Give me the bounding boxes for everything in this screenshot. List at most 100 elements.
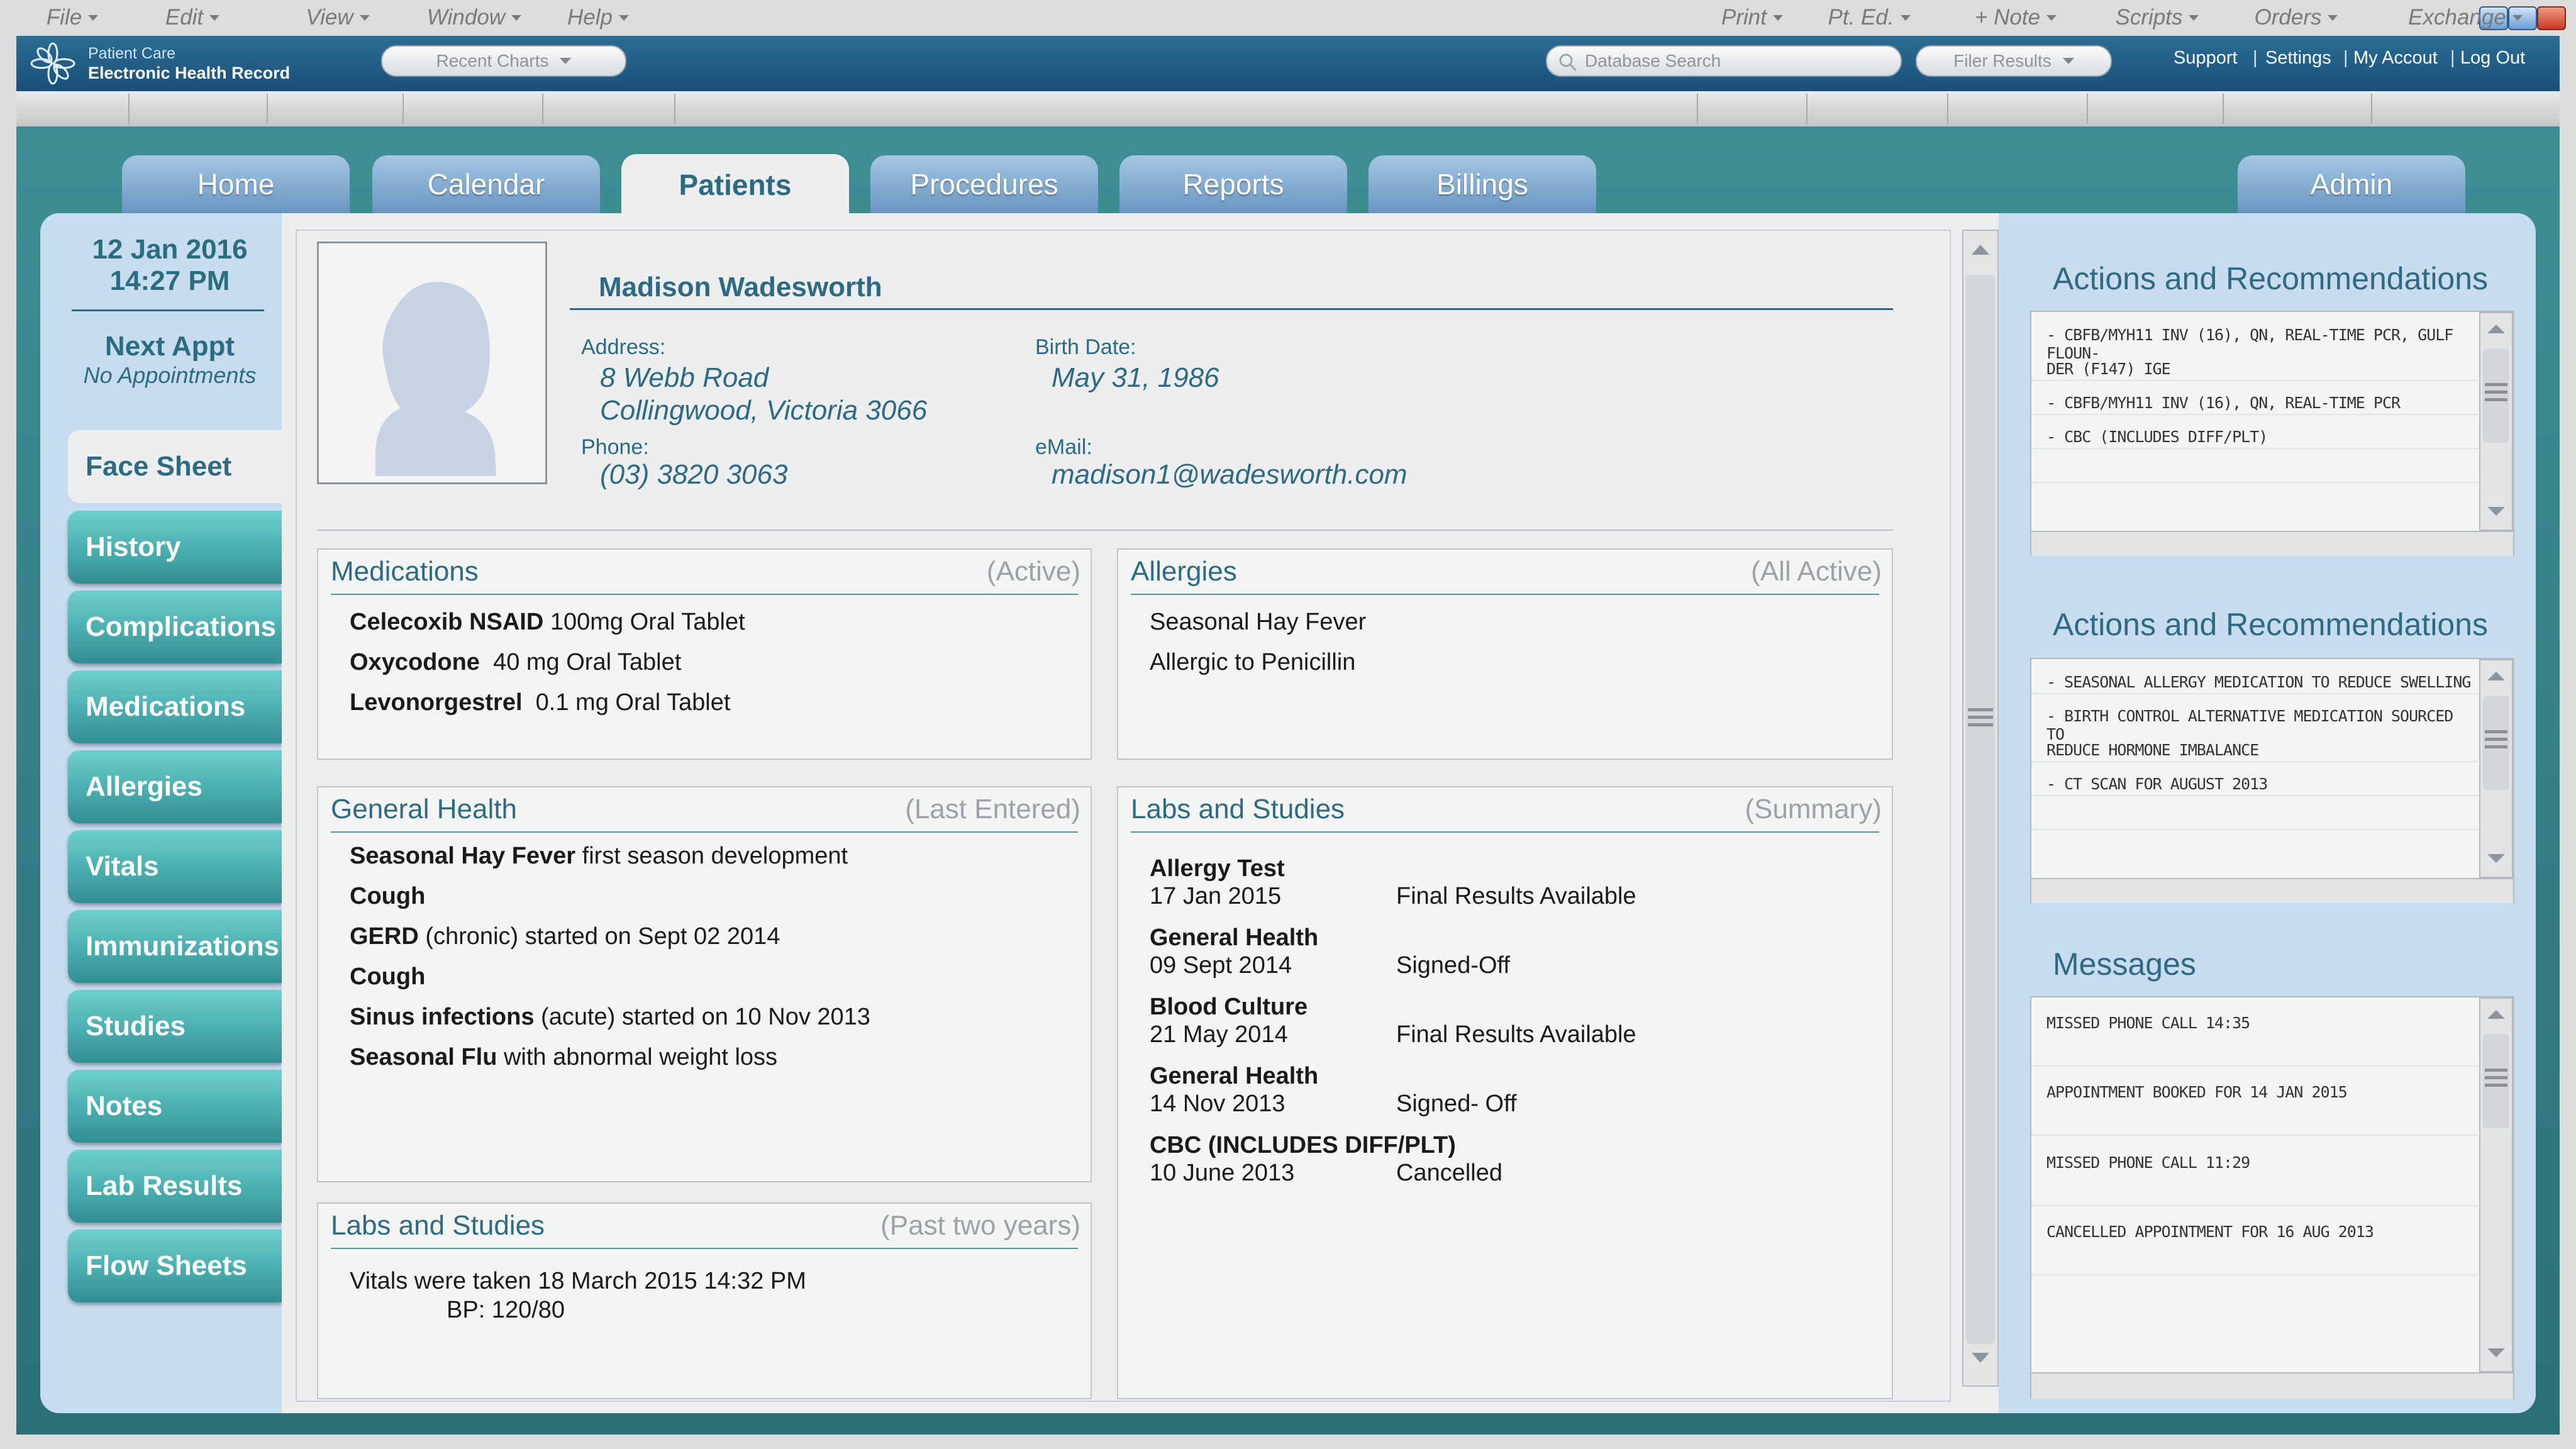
scroll-up-icon[interactable] bbox=[2487, 325, 2505, 333]
health-item: Seasonal Hay Fever first season developm… bbox=[350, 843, 848, 870]
scroll-down-icon[interactable] bbox=[2487, 507, 2505, 516]
database-search-input[interactable]: Database Search bbox=[1546, 45, 1902, 77]
tab-procedures[interactable]: Procedures bbox=[870, 155, 1098, 213]
allergies-status: (All Active) bbox=[1751, 556, 1882, 587]
message-item[interactable]: CANCELLED APPOINTMENT FOR 16 AUG 2013 bbox=[2046, 1223, 2474, 1241]
nav-complications[interactable]: Complications bbox=[68, 591, 282, 663]
nav-flow-sheets[interactable]: Flow Sheets bbox=[68, 1230, 282, 1302]
scroll-up-icon[interactable] bbox=[1972, 245, 1989, 255]
nav-studies[interactable]: Studies bbox=[68, 990, 282, 1063]
horizontal-scrollbar[interactable] bbox=[2031, 878, 2513, 903]
message-item[interactable]: APPOINTMENT BOOKED FOR 14 JAN 2015 bbox=[2046, 1083, 2474, 1101]
scroll-down-icon[interactable] bbox=[1972, 1353, 1989, 1363]
chevron-down-icon bbox=[1900, 14, 1911, 21]
allergies-title: Allergies bbox=[1131, 556, 1237, 587]
nav-medications[interactable]: Medications bbox=[68, 670, 282, 743]
email-label: eMail: bbox=[1035, 435, 1092, 459]
scroll-down-icon[interactable] bbox=[2487, 1348, 2505, 1357]
nav-face-sheet[interactable]: Face Sheet bbox=[68, 430, 282, 503]
list-divider bbox=[2031, 829, 2478, 830]
my-account-link[interactable]: My Accout bbox=[2353, 48, 2438, 69]
actions-scrollbar[interactable] bbox=[2479, 312, 2513, 531]
recommendation-item[interactable]: - SEASONAL ALLERGY MEDICATION TO REDUCE … bbox=[2046, 673, 2474, 691]
recent-charts-dropdown[interactable]: Recent Charts bbox=[381, 45, 626, 77]
scroll-down-icon[interactable] bbox=[2487, 854, 2505, 863]
nav-immunizations[interactable]: Immunizations bbox=[68, 910, 282, 983]
menu-help[interactable]: Help bbox=[557, 5, 639, 30]
action-item[interactable]: - CBC (INCLUDES DIFF/PLT) bbox=[2046, 428, 2474, 446]
settings-link[interactable]: Settings bbox=[2265, 48, 2331, 69]
action-item[interactable]: - CBFB/MYH11 INV (16), QN, REAL-TIME PCR… bbox=[2046, 326, 2474, 362]
face-sheet-scrollbar[interactable] bbox=[1962, 230, 1999, 1387]
tab-billings[interactable]: Billings bbox=[1368, 155, 1596, 213]
scroll-up-icon[interactable] bbox=[2487, 1010, 2505, 1019]
medication-name: Levonorgestrel bbox=[350, 689, 523, 716]
phone-value: (03) 3820 3063 bbox=[600, 459, 788, 490]
labs-summary-title: Labs and Studies bbox=[1131, 794, 1345, 824]
support-link[interactable]: Support bbox=[2174, 48, 2238, 69]
menu-view[interactable]: View bbox=[297, 5, 379, 30]
menu-divider bbox=[2223, 94, 2224, 124]
lab-name: Blood Culture bbox=[1150, 994, 1308, 1020]
tab-home[interactable]: Home bbox=[122, 155, 350, 213]
flower-logo-icon bbox=[30, 42, 75, 85]
lab-result: Final Results Available bbox=[1396, 1021, 1636, 1048]
menu-window[interactable]: Window bbox=[418, 5, 531, 30]
menu-edit[interactable]: Edit bbox=[155, 5, 230, 30]
tab-reports[interactable]: Reports bbox=[1119, 155, 1347, 213]
birth-date-value: May 31, 1986 bbox=[1052, 362, 1219, 393]
nav-vitals[interactable]: Vitals bbox=[68, 830, 282, 903]
menu-exchange[interactable]: Exchange bbox=[2390, 5, 2541, 30]
filter-results-dropdown[interactable]: Filer Results bbox=[1916, 45, 2112, 77]
menu-scripts-label: Scripts bbox=[2115, 5, 2183, 30]
recommendation-item[interactable]: - CT SCAN FOR AUGUST 2013 bbox=[2046, 775, 2474, 793]
nav-history[interactable]: History bbox=[68, 511, 282, 584]
menu-scripts[interactable]: Scripts bbox=[2101, 5, 2214, 30]
nav-lab-results[interactable]: Lab Results bbox=[68, 1150, 282, 1223]
menu-note[interactable]: + Note bbox=[1962, 5, 2069, 30]
vitals-line: Vitals were taken 18 March 2015 14:32 PM bbox=[350, 1268, 806, 1294]
scroll-up-icon[interactable] bbox=[2487, 672, 2505, 680]
recommendation-item[interactable]: REDUCE HORMONE IMBALANCE bbox=[2046, 741, 2474, 759]
action-item[interactable]: - CBFB/MYH11 INV (16), QN, REAL-TIME PCR bbox=[2046, 394, 2474, 412]
card-underline bbox=[331, 1248, 1078, 1249]
recommendation-item[interactable]: - BIRTH CONTROL ALTERNATIVE MEDICATION S… bbox=[2046, 707, 2474, 743]
labs-summary-status: (Summary) bbox=[1745, 794, 1882, 824]
menu-divider bbox=[128, 94, 130, 124]
recommendations-list[interactable]: - SEASONAL ALLERGY MEDICATION TO REDUCE … bbox=[2030, 658, 2514, 903]
action-item[interactable]: DER (F147) IGE bbox=[2046, 360, 2474, 378]
medication-detail: 0.1 mg Oral Tablet bbox=[535, 689, 731, 716]
horizontal-scrollbar[interactable] bbox=[2031, 531, 2513, 556]
close-window-button[interactable] bbox=[2537, 6, 2566, 30]
chevron-down-icon bbox=[2046, 14, 2057, 21]
lab-result: Cancelled bbox=[1396, 1160, 1502, 1186]
menu-divider bbox=[1806, 94, 1807, 124]
menu-file[interactable]: File bbox=[38, 5, 107, 30]
messages-scrollbar[interactable] bbox=[2479, 997, 2513, 1372]
menu-divider bbox=[542, 94, 543, 124]
nav-allergies[interactable]: Allergies bbox=[68, 750, 282, 823]
link-separator: | bbox=[2253, 48, 2258, 68]
horizontal-scrollbar[interactable] bbox=[2031, 1372, 2513, 1399]
recommendations-scrollbar[interactable] bbox=[2479, 659, 2513, 878]
tab-admin[interactable]: Admin bbox=[2238, 155, 2465, 213]
nav-notes[interactable]: Notes bbox=[68, 1070, 282, 1143]
condition-detail: first season development bbox=[582, 843, 848, 869]
menu-pt-ed-label: Pt. Ed. bbox=[1828, 5, 1894, 30]
messages-list[interactable]: MISSED PHONE CALL 14:35 APPOINTMENT BOOK… bbox=[2030, 996, 2514, 1399]
lab-name: CBC (INCLUDES DIFF/PLT) bbox=[1150, 1132, 1456, 1158]
medications-status: (Active) bbox=[986, 556, 1080, 587]
message-item[interactable]: MISSED PHONE CALL 11:29 bbox=[2046, 1153, 2474, 1172]
menu-pt-ed[interactable]: Pt. Ed. bbox=[1819, 5, 1919, 30]
menu-divider bbox=[2087, 94, 2088, 124]
tab-calendar[interactable]: Calendar bbox=[372, 155, 600, 213]
menu-print[interactable]: Print bbox=[1708, 5, 1796, 30]
email-value[interactable]: madison1@wadesworth.com bbox=[1052, 459, 1407, 491]
log-out-link[interactable]: Log Out bbox=[2460, 48, 2525, 69]
scroll-thumb[interactable] bbox=[1966, 275, 1995, 1344]
list-divider bbox=[2031, 380, 2478, 381]
actions-list[interactable]: - CBFB/MYH11 INV (16), QN, REAL-TIME PCR… bbox=[2030, 311, 2514, 556]
tab-patients[interactable]: Patients bbox=[621, 154, 849, 216]
menu-orders[interactable]: Orders bbox=[2236, 5, 2356, 30]
message-item[interactable]: MISSED PHONE CALL 14:35 bbox=[2046, 1014, 2474, 1032]
